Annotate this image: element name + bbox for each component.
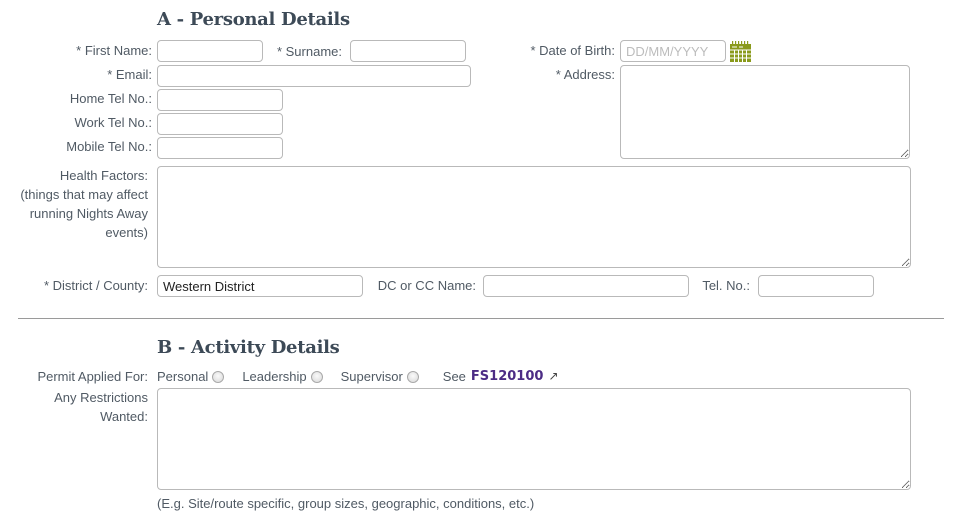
date-of-birth-label: * Date of Birth: [530, 43, 615, 58]
permit-option-leadership[interactable]: Leadership [242, 367, 323, 386]
permit-radio-leadership[interactable] [310, 370, 323, 383]
health-factors-label-line: Health Factors: [59, 168, 148, 183]
permit-radio-supervisor[interactable] [406, 370, 419, 383]
tel-no-input[interactable] [758, 275, 874, 297]
section-b-title: B - Activity Details [157, 337, 340, 358]
work-tel-label: Work Tel No.: [74, 115, 152, 130]
mobile-tel-input[interactable] [157, 137, 283, 159]
address-textarea[interactable] [620, 65, 910, 159]
mobile-tel-label: Mobile Tel No.: [66, 139, 152, 154]
permit-option-label: Personal [157, 369, 209, 384]
home-tel-label: Home Tel No.: [69, 91, 152, 106]
health-factors-label-line: (things that may affect [20, 187, 148, 202]
permit-applied-for-label: Permit Applied For: [37, 369, 148, 384]
external-link-icon: ↗ [548, 369, 559, 383]
section-divider [18, 318, 944, 319]
tel-no-label: Tel. No.: [702, 278, 750, 293]
see-prefix: See [442, 369, 466, 384]
section-a-title: A - Personal Details [157, 9, 350, 30]
permit-radio-personal[interactable] [212, 370, 225, 383]
dc-cc-name-input[interactable] [483, 275, 689, 297]
first-name-label: * First Name: [76, 43, 152, 58]
dc-cc-name-label: DC or CC Name: [377, 278, 476, 293]
first-name-input[interactable] [157, 40, 263, 62]
address-label: * Address: [555, 67, 615, 82]
district-county-label: * District / County: [43, 278, 148, 293]
permit-option-supervisor[interactable]: Supervisor [341, 367, 419, 386]
health-factors-textarea[interactable] [157, 166, 911, 268]
district-county-input[interactable] [157, 275, 363, 297]
restrictions-hint: (E.g. Site/route specific, group sizes, … [157, 496, 535, 511]
fs120100-link[interactable]: FS120100 [471, 367, 544, 386]
permit-option-label: Supervisor [340, 369, 403, 384]
restrictions-label-line: Wanted: [100, 409, 148, 424]
restrictions-label: Any Restrictions Wanted: [54, 388, 148, 426]
permit-options: Personal Leadership Supervisor See FS120… [157, 367, 559, 386]
health-factors-label: Health Factors: (things that may affect … [20, 166, 148, 242]
date-of-birth-input[interactable] [620, 40, 726, 62]
calendar-icon-graphic [730, 41, 751, 62]
home-tel-input[interactable] [157, 89, 283, 111]
email-input[interactable] [157, 65, 471, 87]
surname-label: * Surname: [276, 44, 342, 59]
work-tel-input[interactable] [157, 113, 283, 135]
restrictions-label-line: Any Restrictions [54, 390, 148, 405]
restrictions-textarea[interactable] [157, 388, 911, 490]
surname-input[interactable] [350, 40, 466, 62]
health-factors-label-line: events) [105, 225, 148, 240]
email-label: * Email: [107, 67, 152, 82]
health-factors-label-line: running Nights Away [29, 206, 148, 221]
calendar-icon[interactable] [730, 41, 751, 65]
permit-option-personal[interactable]: Personal [157, 367, 225, 386]
permit-option-label: Leadership [242, 369, 307, 384]
